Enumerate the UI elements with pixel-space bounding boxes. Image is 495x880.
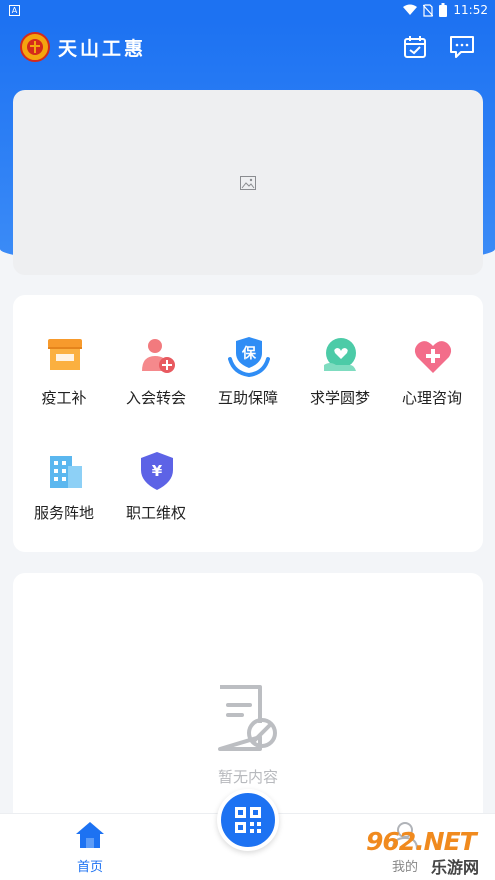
heart-hand-icon xyxy=(324,338,356,371)
top-bar: 天山工惠 xyxy=(0,22,495,74)
status-indicators: 11:52 xyxy=(403,3,488,17)
no-sim-icon xyxy=(423,3,434,17)
clock: 11:52 xyxy=(453,3,488,17)
user-add-icon xyxy=(142,339,175,373)
message-icon[interactable] xyxy=(447,32,477,62)
function-menu: 疫工补 入会转会 保 互助保障 求学圆梦 心理咨询 服务阵地 ¥ 职工维权 xyxy=(13,295,483,552)
scan-qr-button[interactable] xyxy=(217,789,279,851)
menu-item-study-dream[interactable]: 求学圆梦 xyxy=(294,295,386,407)
yuan-shield-icon: ¥ xyxy=(141,452,173,490)
shield-hands-icon: 保 xyxy=(228,337,270,377)
home-icon xyxy=(76,822,104,848)
menu-item-rights-protection[interactable]: ¥ 职工维权 xyxy=(110,410,202,522)
menu-item-service-station[interactable]: 服务阵地 xyxy=(18,410,110,522)
site-watermark: 962.NET 乐游网 xyxy=(366,827,480,877)
banner[interactable] xyxy=(13,90,483,275)
shop-icon xyxy=(48,339,82,370)
image-placeholder-icon xyxy=(240,175,256,190)
menu-item-mutual-aid[interactable]: 保 互助保障 xyxy=(202,295,294,407)
union-logo-icon xyxy=(20,32,50,62)
empty-document-icon xyxy=(218,685,277,751)
calendar-check-icon[interactable] xyxy=(400,32,430,62)
svg-text:¥: ¥ xyxy=(152,462,163,480)
svg-text:保: 保 xyxy=(241,345,257,362)
empty-message: 暂无内容 xyxy=(217,768,278,786)
building-icon xyxy=(50,456,82,488)
menu-item-epidemic-subsidy[interactable]: 疫工补 xyxy=(18,295,110,407)
menu-item-counseling[interactable]: 心理咨询 xyxy=(386,295,478,407)
app-notification-icon: A xyxy=(9,5,20,16)
app-title: 天山工惠 xyxy=(58,38,147,60)
qr-code-icon xyxy=(235,807,261,833)
wifi-icon xyxy=(403,4,418,15)
status-bar: A 11:52 xyxy=(0,0,495,22)
battery-icon xyxy=(439,3,448,17)
heart-plus-icon xyxy=(414,341,452,373)
menu-item-join-transfer[interactable]: 入会转会 xyxy=(110,295,202,407)
tab-home-label: 首页 xyxy=(76,860,103,875)
tab-home[interactable]: 首页 xyxy=(30,820,150,875)
